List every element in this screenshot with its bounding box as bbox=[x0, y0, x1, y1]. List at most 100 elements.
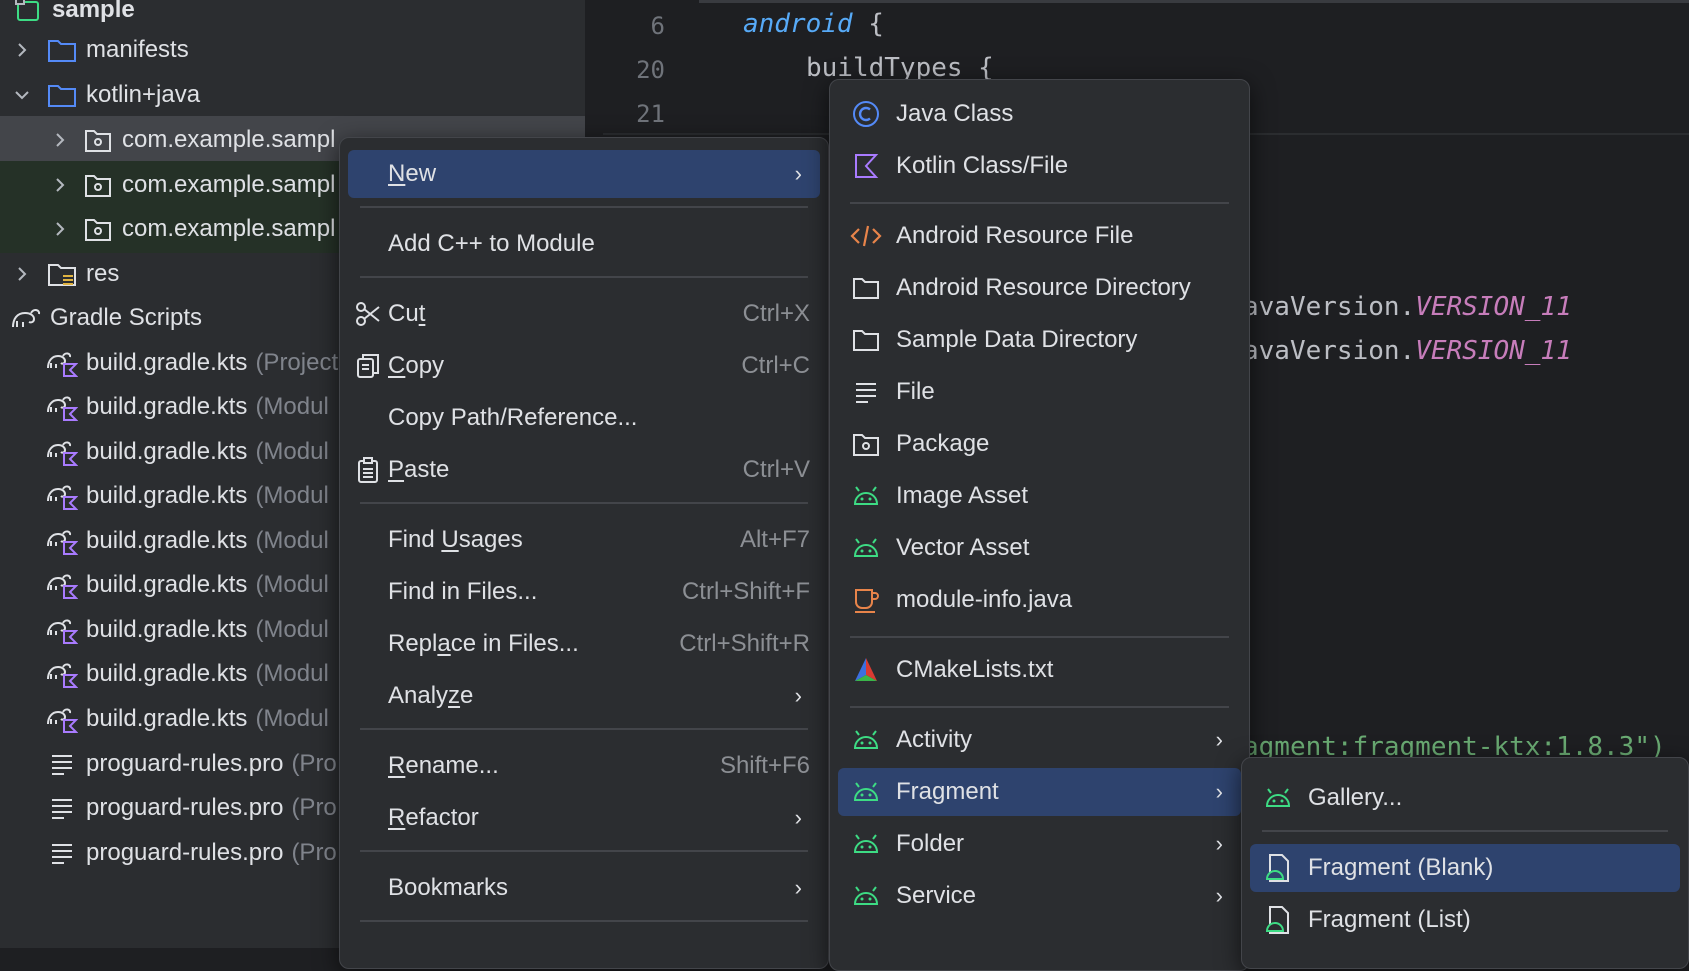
new-item-vector-asset[interactable]: Vector Asset bbox=[838, 524, 1241, 572]
menu-item-label: New bbox=[388, 160, 437, 187]
android-icon bbox=[850, 532, 882, 564]
menu-separator bbox=[360, 728, 808, 730]
code-text: avaVersion. bbox=[1243, 336, 1416, 366]
tree-item-label: build.gradle.kts bbox=[86, 527, 248, 554]
menu-item-find-in-files[interactable]: Find in Files... Ctrl+Shift+F bbox=[348, 568, 820, 616]
menu-item-refactor[interactable]: Refactor › bbox=[348, 794, 820, 842]
menu-item-new[interactable]: New › bbox=[348, 150, 820, 198]
new-item-kotlin-class[interactable]: Kotlin Class/File bbox=[838, 142, 1241, 190]
kotlin-file-icon bbox=[850, 150, 882, 182]
new-item-cmakelists[interactable]: CMakeLists.txt bbox=[838, 646, 1241, 694]
context-menu: New › Add C++ to Module Cut Ctrl+X Copy … bbox=[339, 137, 829, 969]
chevron-right-icon: › bbox=[1215, 727, 1223, 752]
tree-item-hint: (Modul bbox=[255, 571, 329, 598]
menu-separator bbox=[850, 636, 1229, 638]
tree-root-label: sample bbox=[52, 0, 135, 23]
menu-item-copy-path[interactable]: Copy Path/Reference... bbox=[348, 394, 820, 442]
tree-item-label: com.example.sampl bbox=[122, 215, 336, 242]
text-file-icon bbox=[46, 792, 78, 824]
menu-item-replace-in-files[interactable]: Replace in Files... Ctrl+Shift+R bbox=[348, 620, 820, 668]
gradle-kotlin-icon bbox=[46, 347, 78, 379]
tree-item-hint: (Pro bbox=[291, 839, 337, 866]
menu-item-add-cpp[interactable]: Add C++ to Module bbox=[348, 220, 820, 268]
menu-item-label: Find Usages bbox=[388, 526, 523, 553]
code-constant: VERSION_11 bbox=[1415, 336, 1572, 366]
chevron-right-icon[interactable] bbox=[52, 217, 68, 241]
menu-separator bbox=[360, 502, 808, 504]
new-item-file[interactable]: File bbox=[838, 368, 1241, 416]
menu-item-shortcut: Alt+F7 bbox=[739, 526, 810, 553]
tree-item-hint: (Modul bbox=[255, 527, 329, 554]
fragment-item-gallery[interactable]: Gallery... bbox=[1250, 774, 1680, 822]
fragment-item-list[interactable]: Fragment (List) bbox=[1250, 896, 1680, 944]
tree-item-hint: (Project bbox=[255, 349, 339, 376]
tree-item-label: build.gradle.kts bbox=[86, 705, 248, 732]
chevron-right-icon: › bbox=[794, 805, 802, 830]
android-icon bbox=[850, 724, 882, 756]
new-item-package[interactable]: Package bbox=[838, 420, 1241, 468]
menu-item-analyze[interactable]: Analyze › bbox=[348, 672, 820, 720]
new-item-service[interactable]: Service › bbox=[838, 872, 1241, 920]
text-file-icon bbox=[46, 837, 78, 869]
new-item-module-info[interactable]: module-info.java bbox=[838, 576, 1241, 624]
tree-item-label: kotlin+java bbox=[86, 81, 201, 108]
menu-separator bbox=[850, 202, 1229, 204]
text-file-icon bbox=[850, 376, 882, 408]
android-icon bbox=[850, 480, 882, 512]
tree-item-hint: (Modul bbox=[255, 660, 329, 687]
chevron-right-icon[interactable] bbox=[52, 128, 68, 152]
gradle-kotlin-icon bbox=[46, 525, 78, 557]
menu-item-label: Package bbox=[896, 430, 990, 457]
folder-icon bbox=[850, 272, 882, 304]
menu-item-rename[interactable]: Rename... Shift+F6 bbox=[348, 742, 820, 790]
menu-item-label: Rename... bbox=[388, 752, 499, 779]
new-item-java-class[interactable]: Java Class bbox=[838, 90, 1241, 138]
gradle-kotlin-icon bbox=[46, 658, 78, 690]
new-item-image-asset[interactable]: Image Asset bbox=[838, 472, 1241, 520]
menu-item-bookmarks[interactable]: Bookmarks › bbox=[348, 864, 820, 912]
menu-item-label: Kotlin Class/File bbox=[896, 152, 1069, 179]
folder-icon bbox=[46, 79, 78, 111]
new-item-fragment[interactable]: Fragment › bbox=[838, 768, 1241, 816]
fragment-item-blank[interactable]: Fragment (Blank) bbox=[1250, 844, 1680, 892]
code-line: avaVersion.VERSION_11 bbox=[1243, 336, 1572, 366]
tree-item-hint: (Modul bbox=[255, 616, 329, 643]
new-item-android-resource-file[interactable]: Android Resource File bbox=[838, 212, 1241, 260]
new-item-android-resource-directory[interactable]: Android Resource Directory bbox=[838, 264, 1241, 312]
new-item-activity[interactable]: Activity › bbox=[838, 716, 1241, 764]
chevron-right-icon[interactable] bbox=[14, 262, 30, 286]
package-icon bbox=[850, 428, 882, 460]
menu-item-label: Add C++ to Module bbox=[388, 230, 595, 257]
code-constant: VERSION_11 bbox=[1415, 292, 1572, 322]
chevron-right-icon[interactable] bbox=[14, 38, 30, 62]
new-item-folder[interactable]: Folder › bbox=[838, 820, 1241, 868]
gradle-kotlin-icon bbox=[46, 436, 78, 468]
fragment-template-icon bbox=[1262, 904, 1294, 936]
chevron-down-icon[interactable] bbox=[14, 83, 30, 107]
menu-separator bbox=[360, 276, 808, 278]
menu-separator bbox=[360, 920, 808, 922]
menu-item-find-usages[interactable]: Find Usages Alt+F7 bbox=[348, 516, 820, 564]
gradle-kotlin-icon bbox=[46, 391, 78, 423]
gradle-kotlin-icon bbox=[46, 614, 78, 646]
tree-item-kotlin-java[interactable]: kotlin+java bbox=[0, 71, 585, 119]
chevron-right-icon: › bbox=[1215, 831, 1223, 856]
tree-item-label: proguard-rules.pro bbox=[86, 750, 284, 777]
menu-item-copy[interactable]: Copy Ctrl+C bbox=[348, 342, 820, 390]
chevron-right-icon: › bbox=[794, 683, 802, 708]
menu-item-paste[interactable]: Paste Ctrl+V bbox=[348, 446, 820, 494]
new-item-sample-data-directory[interactable]: Sample Data Directory bbox=[838, 316, 1241, 364]
menu-item-label: Copy bbox=[388, 352, 445, 379]
fragment-template-icon bbox=[1262, 852, 1294, 884]
menu-item-label: Vector Asset bbox=[896, 534, 1030, 561]
menu-item-label: Fragment (Blank) bbox=[1308, 854, 1494, 881]
menu-item-label: Analyze bbox=[388, 682, 474, 709]
menu-item-label: Service bbox=[896, 882, 977, 909]
chevron-right-icon[interactable] bbox=[52, 173, 68, 197]
menu-item-cut[interactable]: Cut Ctrl+X bbox=[348, 290, 820, 338]
menu-separator bbox=[850, 706, 1229, 708]
tree-item-manifests[interactable]: manifests bbox=[0, 26, 585, 74]
menu-item-label: Fragment bbox=[896, 778, 999, 805]
menu-item-label: Folder bbox=[896, 830, 965, 857]
menu-item-label: Find in Files... bbox=[388, 578, 538, 605]
